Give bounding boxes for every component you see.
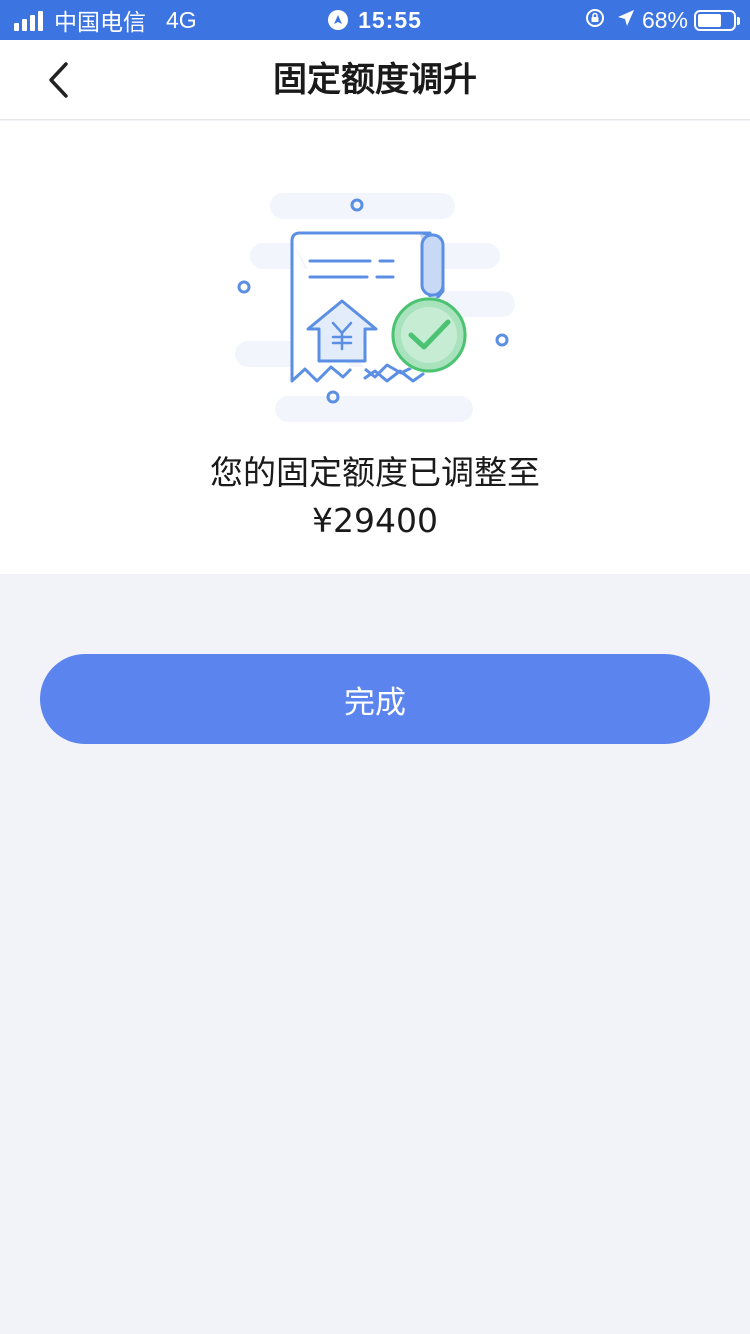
credit-limit-raised-receipt-icon [235, 193, 515, 422]
result-amount: ¥29400 [312, 501, 438, 540]
result-message: 您的固定额度已调整至 [210, 453, 540, 492]
orientation-lock-icon [584, 7, 606, 34]
location-arrow-icon [616, 8, 636, 33]
back-button[interactable] [36, 58, 80, 102]
status-bar: 中国电信 4G 15:55 68% [0, 0, 750, 40]
result-card: 您的固定额度已调整至 ¥29400 [0, 121, 750, 574]
chevron-left-icon [49, 62, 68, 98]
page-title: 固定额度调升 [273, 60, 477, 100]
clock: 15:55 [358, 6, 422, 33]
done-button[interactable]: 完成 [40, 654, 710, 744]
status-right: 68% [584, 0, 740, 40]
navigation-bar: 固定额度调升 [0, 40, 750, 120]
battery-icon [694, 9, 740, 31]
battery-fill [698, 13, 722, 27]
battery-percent: 68% [641, 6, 688, 33]
navigation-badge-icon [328, 10, 349, 30]
